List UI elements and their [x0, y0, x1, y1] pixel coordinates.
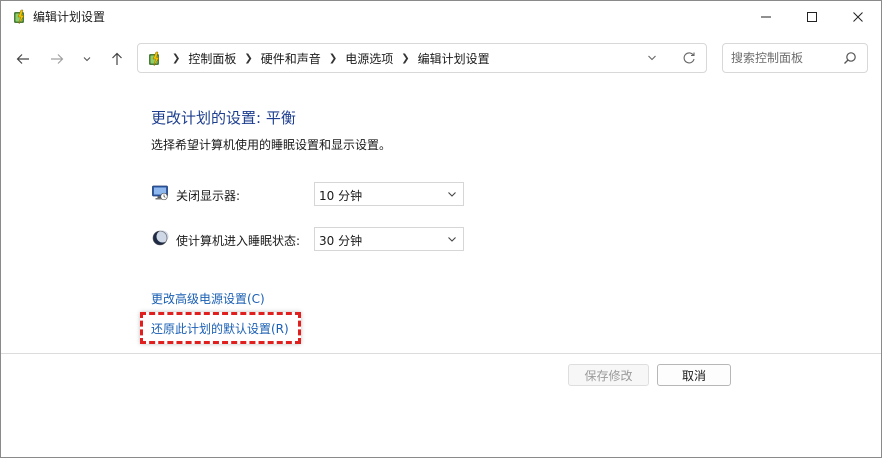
address-bar[interactable]: ❯ 控制面板 ❯ 硬件和声音 ❯ 电源选项 ❯ 编辑计划设置 [137, 43, 707, 73]
breadcrumb-item-hardware-sound[interactable]: 硬件和声音 [261, 50, 321, 67]
recent-locations-button[interactable] [77, 45, 97, 73]
chevron-down-icon [447, 187, 457, 201]
chevron-down-icon [648, 55, 656, 61]
chevron-down-icon [447, 232, 457, 246]
chevron-down-icon [83, 57, 91, 62]
breadcrumb-item-edit-plan[interactable]: 编辑计划设置 [418, 50, 490, 67]
page-title: 更改计划的设置: 平衡 [151, 109, 296, 127]
window: 编辑计划设置 ❯ 控制面板 ❯ 硬件和声音 ❯ 电源选项 ❯ 编辑计划设置 搜索… [0, 0, 882, 458]
title-bar: 编辑计划设置 [1, 1, 881, 33]
sleep-value: 30 分钟 [319, 234, 363, 248]
close-icon [853, 12, 863, 22]
up-button[interactable] [105, 45, 129, 73]
refresh-button[interactable] [680, 49, 698, 67]
search-icon[interactable] [843, 51, 857, 65]
power-options-icon [14, 9, 25, 25]
advanced-power-settings-link[interactable]: 更改高级电源设置(C) [151, 290, 265, 307]
breadcrumb-item-control-panel[interactable]: 控制面板 [188, 50, 236, 67]
sleep-label: 使计算机进入睡眠状态: [176, 234, 301, 248]
maximize-icon [807, 12, 817, 22]
display-off-select[interactable]: 10 分钟 [314, 182, 464, 206]
minimize-button[interactable] [743, 1, 789, 33]
forward-button[interactable] [45, 45, 69, 73]
arrow-up-icon [112, 52, 122, 65]
arrow-left-icon [16, 54, 29, 64]
chevron-right-icon[interactable]: ❯ [329, 53, 337, 64]
save-changes-button[interactable]: 保存修改 [568, 364, 649, 386]
chevron-right-icon[interactable]: ❯ [172, 53, 180, 64]
sleep-select[interactable]: 30 分钟 [314, 227, 464, 251]
highlight-box [140, 312, 301, 344]
search-box[interactable] [722, 43, 868, 73]
cancel-button[interactable]: 取消 [657, 364, 731, 386]
chevron-right-icon[interactable]: ❯ [401, 53, 409, 64]
search-input[interactable] [731, 50, 841, 66]
back-button[interactable] [11, 45, 35, 73]
breadcrumb-item-power-options[interactable]: 电源选项 [345, 50, 393, 67]
monitor-icon [152, 185, 168, 201]
close-button[interactable] [835, 1, 881, 33]
maximize-button[interactable] [789, 1, 835, 33]
display-off-value: 10 分钟 [319, 189, 363, 203]
moon-icon [152, 230, 169, 246]
breadcrumb: ❯ 控制面板 ❯ 硬件和声音 ❯ 电源选项 ❯ 编辑计划设置 [172, 44, 490, 72]
power-options-icon [149, 51, 160, 67]
address-dropdown-button[interactable] [644, 50, 660, 66]
chevron-right-icon[interactable]: ❯ [244, 53, 252, 64]
arrow-right-icon [51, 54, 64, 64]
refresh-icon [683, 52, 695, 64]
minimize-icon [761, 16, 771, 18]
footer-divider [1, 353, 881, 354]
window-title: 编辑计划设置 [33, 10, 106, 24]
page-description: 选择希望计算机使用的睡眠设置和显示设置。 [151, 138, 392, 152]
display-off-label: 关闭显示器: [176, 189, 241, 203]
